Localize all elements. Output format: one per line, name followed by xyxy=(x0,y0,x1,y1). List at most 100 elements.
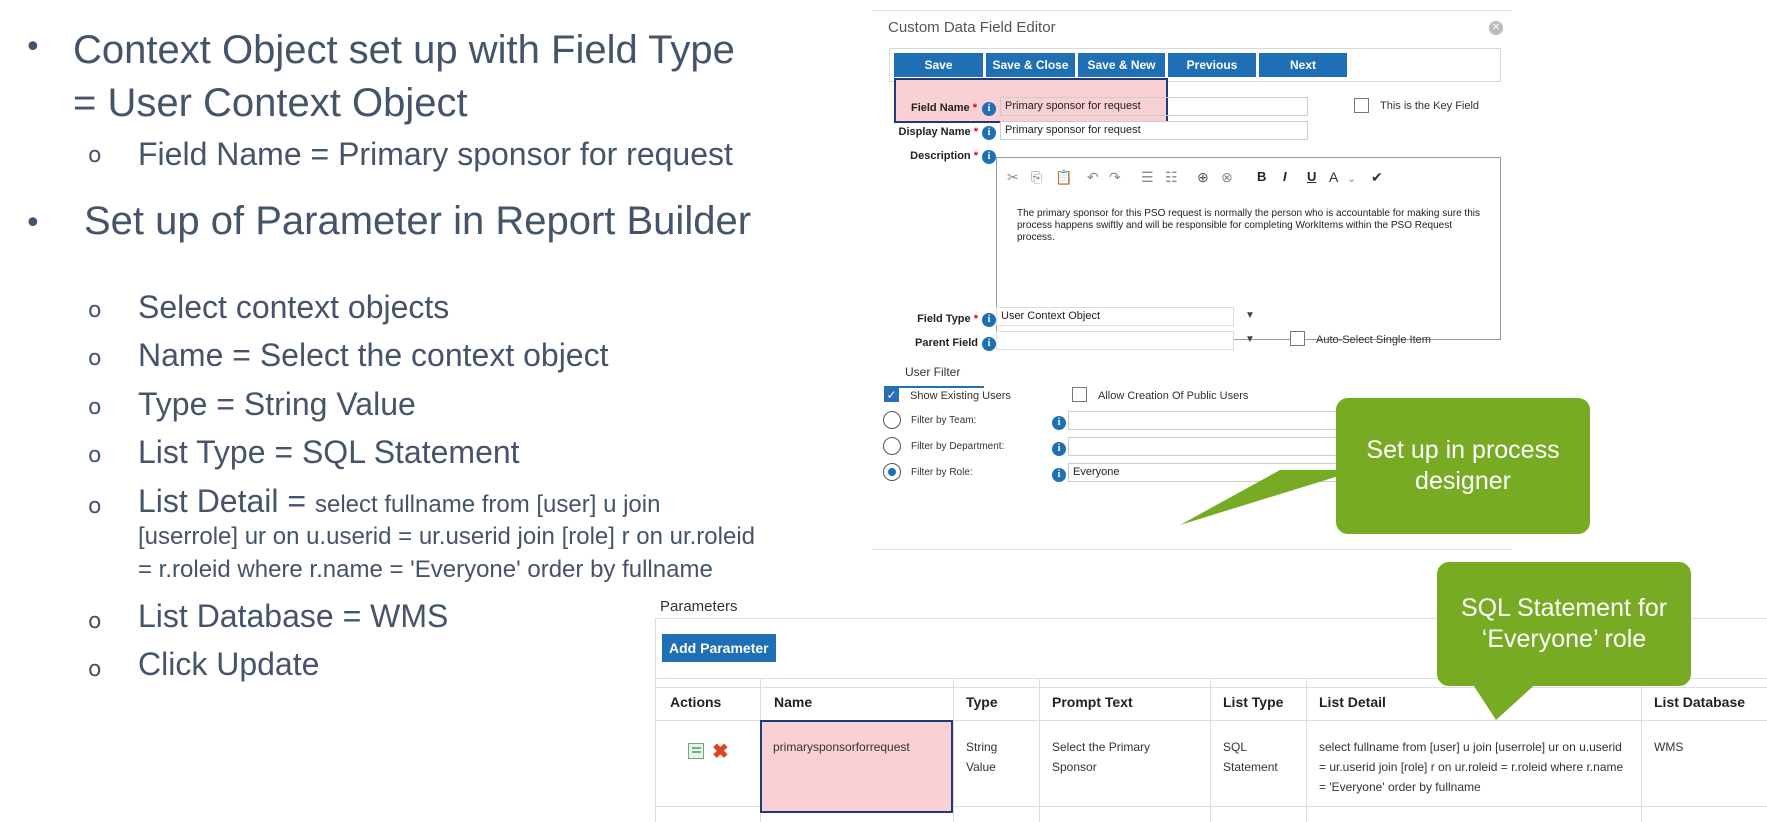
auto-select-checkbox[interactable] xyxy=(1290,331,1305,346)
sub-list-type: List Type = SQL Statement xyxy=(138,434,520,470)
filter-department-input[interactable] xyxy=(1068,437,1378,456)
copy-icon[interactable]: ⎘ xyxy=(1031,169,1042,186)
sub-name: Name = Select the context object xyxy=(138,337,609,373)
bullet-report-builder: Set up of Parameter in Report Builder xyxy=(84,199,752,243)
paste-icon[interactable]: 📋 xyxy=(1055,169,1072,186)
sub-click-update: Click Update xyxy=(138,646,320,682)
row-name: primarysponsorforrequest xyxy=(773,740,910,754)
save-close-button[interactable]: Save & Close xyxy=(986,53,1075,77)
edit-icon[interactable] xyxy=(688,743,704,759)
filter-team-radio[interactable] xyxy=(883,411,901,429)
list-detail-line-2: [userrole] ur on u.userid = ur.userid jo… xyxy=(138,523,755,550)
allow-public-checkbox[interactable] xyxy=(1072,387,1087,402)
column-header-type[interactable]: Type xyxy=(966,694,998,710)
parent-field-label: Parent Field xyxy=(915,337,978,349)
bullet-context-object: Context Object set up with Field Type = … xyxy=(73,24,735,130)
column-header-actions[interactable]: Actions xyxy=(670,694,721,710)
unlink-icon[interactable]: ⊗ xyxy=(1221,169,1233,186)
column-header-name[interactable]: Name xyxy=(774,694,812,710)
info-icon[interactable]: i xyxy=(982,337,996,351)
cut-icon[interactable]: ✂ xyxy=(1007,169,1019,186)
sub-bullet-mark: o xyxy=(88,143,102,168)
description-label: Description * xyxy=(910,150,978,162)
column-header-prompt[interactable]: Prompt Text xyxy=(1052,694,1133,710)
key-field-label: This is the Key Field xyxy=(1380,100,1480,112)
field-name-input[interactable]: Primary sponsor for request xyxy=(1000,97,1308,116)
row-list-detail: select fullname from [user] u join [user… xyxy=(1319,740,1624,794)
field-type-select[interactable]: User Context Object xyxy=(996,307,1234,326)
bullet-list-icon[interactable]: ☷ xyxy=(1165,169,1178,186)
auto-select-label: Auto-Select Single Item xyxy=(1316,334,1431,346)
info-icon[interactable]: i xyxy=(1052,468,1066,482)
column-header-list-database[interactable]: List Database xyxy=(1654,694,1745,710)
redo-icon[interactable]: ↷ xyxy=(1109,169,1121,186)
filter-team-input[interactable] xyxy=(1068,411,1378,430)
info-icon[interactable]: i xyxy=(982,102,996,116)
font-style-icon[interactable]: A xyxy=(1329,169,1338,185)
editor-title: Custom Data Field Editor xyxy=(888,19,1056,36)
key-field-checkbox[interactable] xyxy=(1354,98,1369,113)
filter-role-label: Filter by Role: xyxy=(911,467,973,478)
description-text: The primary sponsor for this PSO request… xyxy=(1017,208,1480,243)
chevron-down-icon[interactable]: ▼ xyxy=(1245,310,1255,321)
table-border xyxy=(1039,678,1040,822)
bullet-line-1: Context Object set up with Field Type xyxy=(73,28,735,72)
sub-bullet-mark: o xyxy=(88,346,102,371)
sub-bullet-mark: o xyxy=(88,298,102,323)
display-name-input[interactable]: Primary sponsor for request xyxy=(1000,121,1308,140)
show-existing-label: Show Existing Users xyxy=(910,390,1011,402)
delete-icon[interactable]: ✖ xyxy=(712,739,729,764)
tab-underline xyxy=(884,386,984,388)
row-type: String Value xyxy=(966,740,998,774)
filter-role-radio[interactable] xyxy=(883,463,901,481)
filter-department-label: Filter by Department: xyxy=(911,441,1005,452)
spellcheck-icon[interactable]: ✔ xyxy=(1371,169,1383,186)
numbered-list-icon[interactable]: ☰ xyxy=(1141,169,1154,186)
info-icon[interactable]: i xyxy=(1052,442,1066,456)
tab-user-filter[interactable]: User Filter xyxy=(905,365,960,379)
italic-icon[interactable]: I xyxy=(1283,169,1287,184)
close-icon[interactable]: ✕ xyxy=(1489,21,1503,35)
add-parameter-button[interactable]: Add Parameter xyxy=(662,634,776,662)
sub-bullet-mark: o xyxy=(88,395,102,420)
sub-list-database: List Database = WMS xyxy=(138,598,449,634)
table-border xyxy=(655,678,656,822)
editor-toolbar: Save Save & Close Save & New Previous Ne… xyxy=(889,48,1501,82)
list-detail-prefix: List Detail = xyxy=(138,483,315,519)
filter-department-radio[interactable] xyxy=(883,437,901,455)
row-prompt: Select the Primary Sponsor xyxy=(1052,740,1151,774)
field-type-label: Field Type * xyxy=(917,313,978,325)
table-border xyxy=(1306,678,1307,822)
bullet-dot: • xyxy=(24,206,42,241)
info-icon[interactable]: i xyxy=(982,150,996,164)
callout-process-designer: Set up in process designer xyxy=(1336,398,1590,534)
save-new-button[interactable]: Save & New xyxy=(1078,53,1165,77)
save-button[interactable]: Save xyxy=(894,53,983,77)
sub-field-name: Field Name = Primary sponsor for request xyxy=(138,136,733,172)
underline-icon[interactable]: U xyxy=(1307,169,1316,184)
link-icon[interactable]: ⊕ xyxy=(1197,169,1209,186)
bullet-line-2: = User Context Object xyxy=(73,81,468,125)
bold-icon[interactable]: B xyxy=(1257,169,1266,184)
bullet-dot: • xyxy=(24,30,42,65)
info-icon[interactable]: i xyxy=(982,313,996,327)
column-header-list-type[interactable]: List Type xyxy=(1223,694,1283,710)
table-border xyxy=(1210,678,1211,822)
show-existing-checkbox[interactable]: ✓ xyxy=(884,387,899,402)
chevron-down-icon[interactable]: ⌄ xyxy=(1347,172,1356,185)
chevron-down-icon[interactable]: ▼ xyxy=(1245,334,1255,345)
undo-icon[interactable]: ↶ xyxy=(1087,169,1099,186)
parent-field-select[interactable] xyxy=(996,331,1234,350)
name-highlight xyxy=(760,720,953,813)
column-header-list-detail[interactable]: List Detail xyxy=(1319,694,1386,710)
callout-sql-statement: SQL Statement for ‘Everyone’ role xyxy=(1437,562,1691,686)
row-list-database: WMS xyxy=(1654,740,1684,754)
previous-button[interactable]: Previous xyxy=(1168,53,1256,77)
list-detail-line-3: = r.roleid where r.name = 'Everyone' ord… xyxy=(138,556,713,583)
display-name-label: Display Name * xyxy=(898,126,979,138)
next-button[interactable]: Next xyxy=(1259,53,1347,77)
list-detail-line-1: select fullname from [user] u join xyxy=(314,491,661,518)
info-icon[interactable]: i xyxy=(982,126,996,140)
sub-type: Type = String Value xyxy=(138,386,416,422)
info-icon[interactable]: i xyxy=(1052,416,1066,430)
